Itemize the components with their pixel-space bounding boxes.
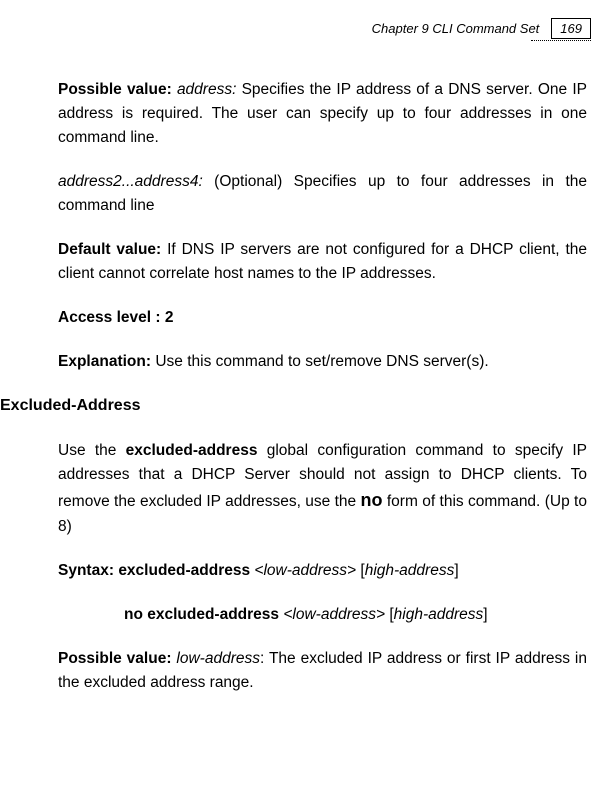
page-number: 169 (551, 18, 591, 39)
default-value-para: Default value: If DNS IP servers are not… (58, 238, 587, 286)
field-label: Explanation: (58, 353, 151, 370)
field-label: Access level : 2 (58, 309, 173, 326)
no-keyword: no (361, 490, 383, 510)
param-name: <low-address> (254, 562, 360, 579)
field-label: Possible value: (58, 81, 177, 98)
bracket: ] (454, 562, 458, 579)
body-text: Use the (58, 442, 126, 459)
command-name: excluded-address (118, 562, 254, 579)
param-name: high-address (365, 562, 455, 579)
command-name: no excluded-address (124, 606, 283, 623)
excluded-address-desc: Use the excluded-address global configur… (58, 439, 587, 539)
param-name: address2...address4: (58, 173, 203, 190)
address-optional-para: address2...address4: (Optional) Specifie… (58, 170, 587, 218)
syntax-line-1: Syntax: excluded-address <low-address> [… (58, 559, 587, 583)
param-name: high-address (394, 606, 484, 623)
command-name: excluded-address (126, 442, 258, 459)
chapter-label: Chapter 9 CLI Command Set (372, 21, 540, 36)
field-label: Syntax: (58, 562, 118, 579)
param-name: <low-address> (283, 606, 389, 623)
field-label: Default value: (58, 241, 161, 258)
field-label: Possible value: (58, 650, 176, 667)
bracket: ] (483, 606, 487, 623)
document-body: Possible value: address: Specifies the I… (58, 78, 587, 715)
page-header: Chapter 9 CLI Command Set 169 (372, 18, 591, 39)
possible-value-para: Possible value: address: Specifies the I… (58, 78, 587, 150)
body-text: Use this command to set/remove DNS serve… (151, 353, 489, 370)
possible-value-para-2: Possible value: low-address: The exclude… (58, 647, 587, 695)
explanation-para: Explanation: Use this command to set/rem… (58, 350, 587, 374)
syntax-line-2: no excluded-address <low-address> [high-… (124, 603, 587, 627)
access-level-para: Access level : 2 (58, 306, 587, 330)
param-name: low-address (176, 650, 260, 667)
header-divider (531, 40, 591, 41)
param-name: address: (177, 81, 236, 98)
section-heading: Excluded-Address (0, 394, 587, 419)
